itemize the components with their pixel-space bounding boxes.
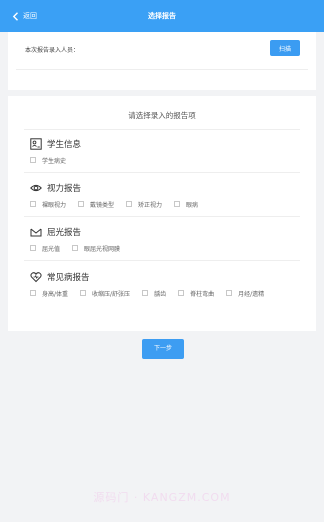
checkbox[interactable]: [72, 245, 79, 251]
back-button[interactable]: 返回: [12, 0, 37, 32]
checkbox-option[interactable]: 脊柱弯曲: [178, 287, 214, 299]
checkbox[interactable]: [142, 290, 149, 296]
checkbox[interactable]: [30, 201, 36, 207]
divider: [24, 260, 300, 261]
divider: [16, 69, 308, 70]
checkbox-option[interactable]: 屈光值: [30, 242, 60, 254]
divider: [24, 129, 300, 130]
eye-icon: [30, 184, 42, 192]
divider: [24, 216, 300, 217]
section-title: 屈光报告: [47, 228, 82, 238]
checkbox[interactable]: [226, 290, 233, 296]
envelope-icon: [30, 228, 42, 237]
section-vision-report: 视力报告 裸眼视力 戴镜类型 矫正视力 眼病: [30, 181, 300, 211]
checkbox[interactable]: [178, 290, 185, 296]
watermark: 源码门 · KANGZM.COM: [93, 491, 231, 504]
chevron-left-icon: [12, 11, 18, 21]
back-label: 返回: [23, 12, 37, 20]
report-select-card: 请选择录入的报告项 学生信息 学生病史 视力报告 裸眼视力 戴镜类型 矫正视力 …: [8, 96, 316, 331]
section-student-info: 学生信息 学生病史: [30, 137, 300, 167]
checkbox[interactable]: [174, 201, 181, 207]
page-title: 选择报告: [148, 12, 176, 20]
checkbox-option[interactable]: 矫正视力: [126, 198, 162, 210]
checkbox[interactable]: [78, 201, 85, 207]
staff-card: 本次报告录入人员： 扫描: [8, 32, 316, 90]
staff-label: 本次报告录入人员：: [25, 47, 80, 54]
student-card-icon: [30, 138, 42, 150]
checkbox-option[interactable]: 龋齿: [142, 287, 166, 299]
section-title: 学生信息: [47, 140, 82, 150]
nav-bar: 返回 选择报告: [0, 0, 324, 32]
divider: [24, 172, 300, 173]
checkbox-option[interactable]: 月经/遗精: [226, 287, 264, 299]
section-title: 视力报告: [47, 184, 82, 194]
checkbox-option[interactable]: 戴镜类型: [78, 198, 114, 210]
checkbox-option[interactable]: 眼屈光视网膜: [72, 242, 120, 254]
section-common-disease-report: 常见病报告 身高/体重 收缩压/舒张压 龋齿 脊柱弯曲 月经/遗精: [30, 270, 300, 300]
checkbox-option[interactable]: 身高/体重: [30, 287, 68, 299]
heart-icon: [30, 272, 42, 283]
scan-button[interactable]: 扫描: [270, 40, 300, 56]
next-step-button[interactable]: 下一步: [142, 339, 184, 359]
checkbox[interactable]: [30, 157, 36, 163]
checkbox-option[interactable]: 学生病史: [30, 154, 66, 166]
section-title: 常见病报告: [47, 273, 90, 283]
checkbox[interactable]: [30, 245, 36, 251]
checkbox[interactable]: [80, 290, 87, 296]
section-heading: 请选择录入的报告项: [128, 111, 196, 120]
checkbox[interactable]: [126, 201, 133, 207]
section-refraction-report: 屈光报告 屈光值 眼屈光视网膜: [30, 225, 300, 255]
checkbox-option[interactable]: 裸眼视力: [30, 198, 66, 210]
checkbox[interactable]: [30, 290, 36, 296]
checkbox-option[interactable]: 眼病: [174, 198, 198, 210]
checkbox-option[interactable]: 收缩压/舒张压: [80, 287, 130, 299]
